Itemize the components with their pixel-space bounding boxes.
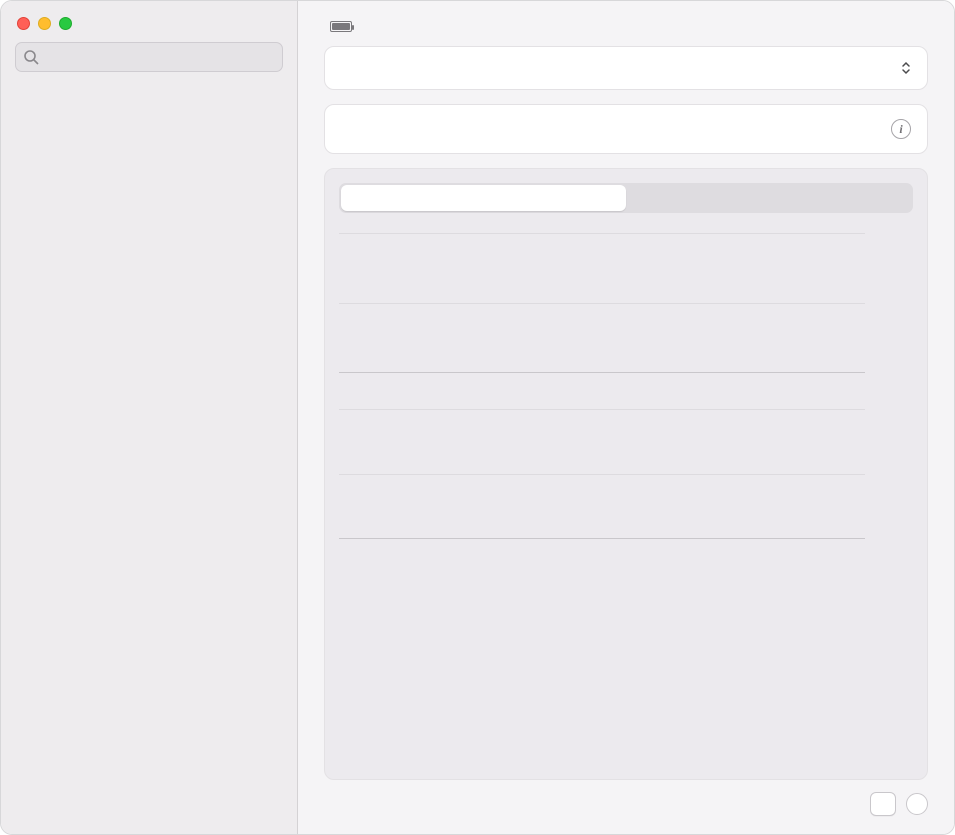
screen-on-y-axis bbox=[865, 409, 913, 539]
settings-window: i bbox=[0, 0, 955, 835]
low-power-popup[interactable] bbox=[895, 61, 911, 75]
battery-level-y-axis bbox=[865, 233, 913, 373]
usage-history-panel bbox=[324, 168, 928, 780]
help-button[interactable] bbox=[906, 793, 928, 815]
page-header bbox=[324, 19, 928, 32]
main-panel: i bbox=[298, 1, 954, 834]
search-icon bbox=[23, 49, 39, 65]
info-icon[interactable]: i bbox=[891, 119, 911, 139]
battery-status-icon bbox=[330, 21, 352, 32]
minimize-window-button[interactable] bbox=[38, 17, 51, 30]
low-power-row bbox=[324, 46, 928, 90]
page-subtitle bbox=[330, 21, 928, 32]
footer-row bbox=[324, 792, 928, 816]
options-button[interactable] bbox=[870, 792, 896, 816]
select-caret-icon bbox=[901, 61, 911, 75]
screen-on-usage-chart bbox=[339, 409, 913, 539]
search-container bbox=[15, 42, 283, 72]
time-range-segmented bbox=[339, 183, 913, 213]
battery-health-row: i bbox=[324, 104, 928, 154]
search-input[interactable] bbox=[15, 42, 283, 72]
sidebar bbox=[1, 1, 298, 834]
close-window-button[interactable] bbox=[17, 17, 30, 30]
battery-level-chart bbox=[339, 233, 913, 373]
zoom-window-button[interactable] bbox=[59, 17, 72, 30]
tab-last-10-days[interactable] bbox=[626, 185, 911, 211]
window-controls bbox=[1, 11, 297, 42]
tab-last-24-hours[interactable] bbox=[341, 185, 626, 211]
